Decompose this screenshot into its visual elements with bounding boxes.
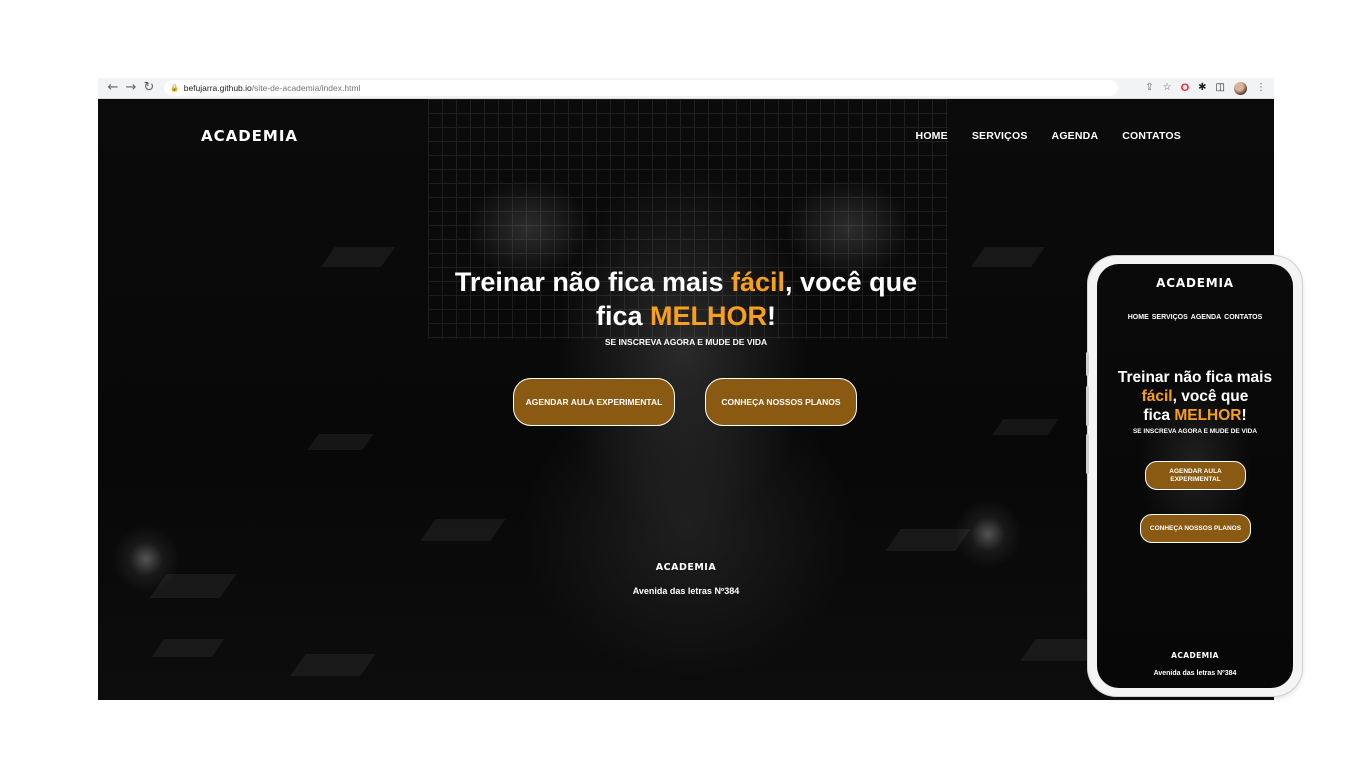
phone-side-button — [1086, 352, 1089, 376]
phone-side-button — [1086, 386, 1089, 426]
toolbar-actions: ⇪ ☆ O ✱ ◫ ⋮ — [1145, 78, 1266, 98]
mobile-nav: HOME SERVIÇOS AGENDA CONTATOS — [1097, 314, 1293, 321]
reload-icon[interactable]: ↻ — [140, 79, 158, 97]
site-nav: HOME SERVIÇOS AGENDA CONTATOS — [916, 130, 1181, 142]
phone-screen: ACADEMIA HOME SERVIÇOS AGENDA CONTATOS T… — [1097, 264, 1293, 688]
mobile-conheca-planos-button[interactable]: CONHEÇA NOSSOS PLANOS — [1140, 514, 1251, 543]
background-light-panel — [307, 434, 374, 450]
background-light-panel — [290, 654, 376, 676]
mobile-hero-title-accent: fácil — [1141, 388, 1173, 405]
share-icon[interactable]: ⇪ — [1145, 78, 1153, 98]
mobile-logo[interactable]: ACADEMIA — [1097, 276, 1293, 290]
opera-extension-icon[interactable]: O — [1181, 78, 1190, 98]
mobile-hero-title-text: fica — [1143, 407, 1175, 424]
hero-title-text: fica — [595, 301, 651, 331]
browser-toolbar: ← → ↻ 🔒 befujarra.github.io/site-de-acad… — [98, 78, 1274, 99]
nav-contatos[interactable]: CONTATOS — [1122, 130, 1181, 142]
mobile-nav-servicos[interactable]: SERVIÇOS — [1152, 314, 1188, 321]
mobile-nav-agenda[interactable]: AGENDA — [1191, 314, 1221, 321]
mobile-hero-title-text: Treinar não fica mais — [1117, 369, 1273, 386]
lock-icon[interactable]: 🔒 — [170, 84, 179, 92]
back-arrow-icon[interactable]: ← — [104, 79, 122, 97]
url-host: befujarra.github.io — [183, 83, 252, 93]
mobile-hero-title-text: ! — [1241, 407, 1247, 424]
hero-title-text: , você que — [785, 267, 918, 297]
background-light-panel — [970, 247, 1046, 267]
site-logo[interactable]: ACADEMIA — [201, 127, 298, 145]
address-bar[interactable]: 🔒 befujarra.github.io/site-de-academia/i… — [164, 80, 1118, 96]
conheca-planos-button[interactable]: CONHEÇA NOSSOS PLANOS — [705, 378, 857, 426]
nav-agenda[interactable]: AGENDA — [1052, 130, 1099, 142]
forward-arrow-icon[interactable]: → — [122, 79, 140, 97]
side-panel-icon[interactable]: ◫ — [1216, 78, 1225, 98]
menu-dots-icon[interactable]: ⋮ — [1256, 78, 1266, 98]
hero-title-text: ! — [767, 301, 777, 331]
background-light-panel — [151, 639, 225, 657]
mobile-hero-subtitle: SE INSCREVA AGORA E MUDE DE VIDA — [1132, 428, 1258, 435]
mobile-agendar-aula-button[interactable]: AGENDAR AULA EXPERIMENTAL — [1145, 461, 1246, 490]
nav-home[interactable]: HOME — [916, 130, 948, 142]
mobile-nav-home[interactable]: HOME — [1128, 314, 1149, 321]
background-light-panel — [420, 519, 506, 541]
hero-title-text: Treinar não fica mais — [454, 267, 732, 297]
mobile-hero-title-text: , você que — [1172, 388, 1249, 405]
extensions-puzzle-icon[interactable]: ✱ — [1198, 78, 1206, 98]
hero-title-accent: fácil — [731, 267, 786, 297]
mobile-hero-title: Treinar não fica mais fácil, você que fica… — [1097, 368, 1293, 425]
url-path: /site-de-academia/index.html — [251, 83, 361, 93]
nav-servicos[interactable]: SERVIÇOS — [972, 130, 1028, 142]
mobile-footer-brand: ACADEMIA — [1171, 651, 1219, 660]
agendar-aula-button[interactable]: AGENDAR AULA EXPERIMENTAL — [513, 378, 675, 426]
mobile-nav-contatos[interactable]: CONTATOS — [1224, 314, 1262, 321]
background-light-panel — [320, 247, 396, 267]
mobile-footer-address: Avenida das letras Nº384 — [1153, 670, 1237, 677]
mobile-hero-title-accent: MELHOR — [1174, 407, 1242, 424]
phone-mockup: ACADEMIA HOME SERVIÇOS AGENDA CONTATOS T… — [1086, 256, 1302, 696]
background-light-panel — [992, 419, 1059, 435]
bookmark-star-icon[interactable]: ☆ — [1163, 78, 1172, 98]
hero-title-accent: MELHOR — [650, 301, 768, 331]
phone-side-button — [1086, 434, 1089, 474]
profile-avatar-icon[interactable] — [1234, 81, 1247, 95]
